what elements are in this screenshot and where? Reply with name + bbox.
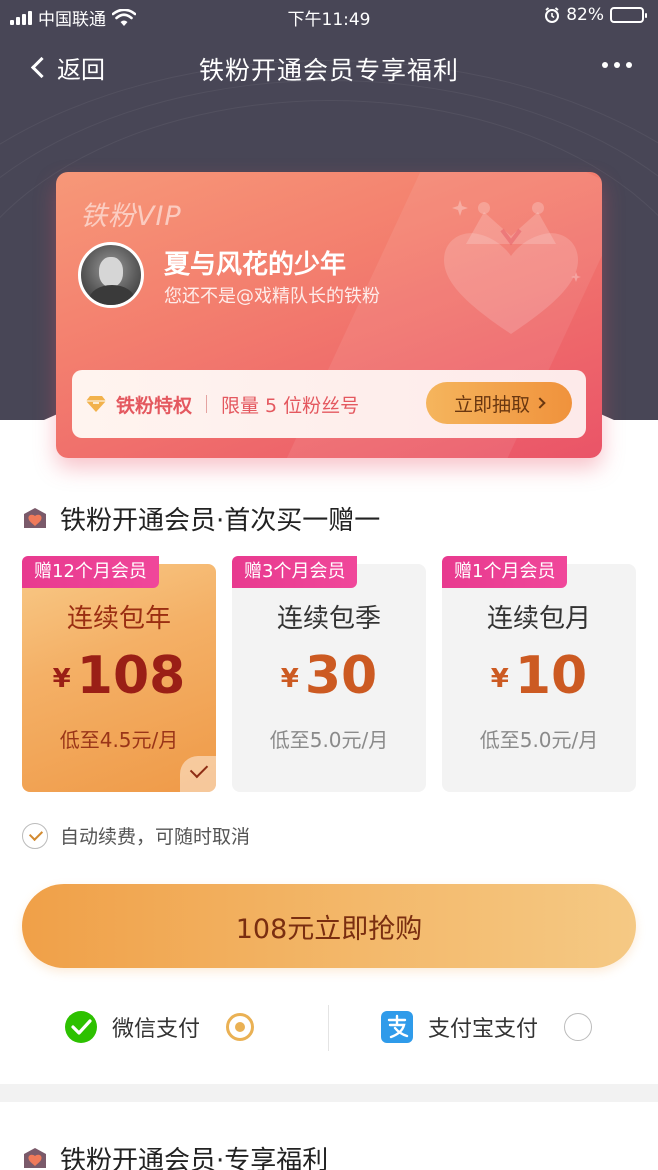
plan-price: ¥108 — [52, 646, 186, 706]
navigation-bar: 返回 铁粉开通会员专享福利 — [0, 40, 658, 96]
plan-card-yearly[interactable]: 赠12个月会员 连续包年 ¥108 低至4.5元/月 — [22, 556, 216, 792]
privilege-bar: 铁粉特权 限量 5 位粉丝号 立即抽取 — [72, 370, 586, 438]
avatar[interactable] — [78, 242, 144, 308]
wechat-radio[interactable] — [226, 1013, 255, 1041]
more-button[interactable] — [602, 62, 632, 68]
plan-price: ¥30 — [280, 646, 378, 706]
auto-renew-label: 自动续费，可随时取消 — [60, 826, 251, 848]
plan-card-quarterly[interactable]: 赠3个月会员 连续包季 ¥30 低至5.0元/月 — [232, 556, 426, 792]
vip-card: 铁粉VIP 夏与风花的少年 您还不是@戏精队长的铁粉 铁粉特权 限量 5 位粉丝… — [56, 172, 602, 458]
plan-name: 连续包季 — [276, 604, 381, 634]
check-icon — [180, 756, 216, 792]
auto-renew-option[interactable]: 自动续费，可随时取消 — [22, 822, 250, 849]
battery-percent: 82% — [566, 5, 604, 25]
draw-now-button[interactable]: 立即抽取 — [426, 382, 572, 424]
buy-now-button[interactable]: 108元立即抢购 — [22, 884, 636, 968]
alipay-radio[interactable] — [564, 1013, 593, 1041]
vip-badge-icon — [24, 507, 46, 528]
section-title: 铁粉开通会员·首次买一赠一 — [22, 500, 380, 537]
privilege-label: 铁粉特权 — [116, 394, 193, 417]
plan-card-monthly[interactable]: 赠1个月会员 连续包月 ¥10 低至5.0元/月 — [442, 556, 636, 792]
diamond-icon — [86, 396, 106, 412]
plan-list: 赠12个月会员 连续包年 ¥108 低至4.5元/月 赠3个月会员 连续包季 ¥… — [22, 556, 638, 792]
wechat-pay-label: 微信支付 — [112, 1017, 201, 1042]
wechat-pay-icon — [65, 1011, 97, 1043]
section-divider — [0, 1084, 658, 1102]
buy-now-label: 108元立即抢购 — [235, 913, 423, 945]
plan-note: 低至5.0元/月 — [269, 728, 389, 752]
more-dots-icon — [602, 62, 608, 68]
payment-option-alipay[interactable]: 支付宝支付 — [380, 1002, 593, 1052]
plan-name: 连续包年 — [66, 604, 171, 634]
alipay-label: 支付宝支付 — [428, 1017, 539, 1042]
plan-bonus-tag: 赠12个月会员 — [22, 556, 159, 588]
battery-icon — [610, 7, 647, 23]
section-title-text: 铁粉开通会员·首次买一赠一 — [60, 506, 381, 536]
limit-text: 限量 5 位粉丝号 — [221, 394, 360, 417]
plan-bonus-tag: 赠1个月会员 — [442, 556, 568, 588]
plan-price: ¥10 — [490, 646, 588, 706]
status-bar: 中国联通 下午11:49 82% — [0, 0, 658, 32]
vip-brand-logo: 铁粉VIP — [80, 201, 182, 232]
plan-note: 低至4.5元/月 — [59, 728, 179, 752]
plan-name: 连续包月 — [486, 604, 591, 634]
alipay-icon — [381, 1011, 413, 1043]
membership-page: 中国联通 下午11:49 82% 返回 铁粉开通会员专享福利 铁粉VIP 夏与风… — [0, 0, 658, 1170]
draw-now-label: 立即抽取 — [453, 393, 530, 416]
payment-option-wechat[interactable]: 微信支付 — [64, 1002, 255, 1052]
section-title-2: 铁粉开通会员·专享福利 — [22, 1140, 328, 1170]
plan-bonus-tag: 赠3个月会员 — [232, 556, 358, 588]
crown-heart-icon — [444, 200, 581, 334]
alarm-icon — [545, 7, 560, 23]
vip-badge-icon — [24, 1147, 46, 1168]
user-name: 夏与风花的少年 — [164, 250, 347, 280]
plan-note: 低至5.0元/月 — [479, 728, 599, 752]
page-title: 铁粉开通会员专享福利 — [198, 56, 459, 85]
chevron-right-icon — [534, 397, 546, 409]
vip-status-text: 您还不是@戏精队长的铁粉 — [164, 286, 380, 307]
auto-renew-checkbox[interactable] — [22, 822, 48, 849]
section-title-text: 铁粉开通会员·专享福利 — [60, 1146, 329, 1170]
